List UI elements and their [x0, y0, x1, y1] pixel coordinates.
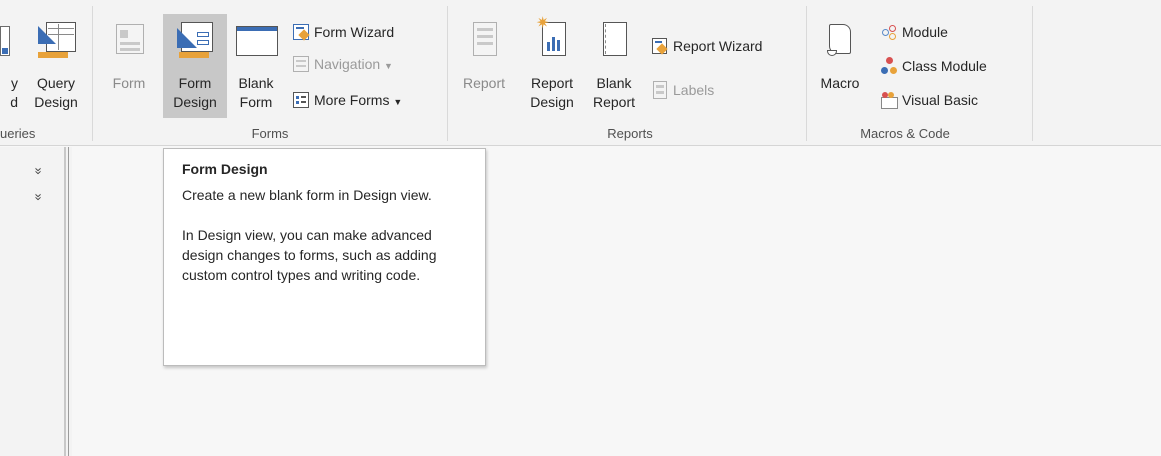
query-design-label-1: Query: [36, 75, 76, 91]
blank-report-label-2: Report: [592, 94, 636, 110]
group-separator: [447, 6, 448, 141]
labels-label: Labels: [673, 82, 715, 98]
form-wizard-icon: [292, 23, 310, 41]
ribbon: y d Query Design ueries Form Form Design…: [0, 0, 1161, 146]
module-icon: [880, 23, 898, 41]
form-design-button[interactable]: Form Design: [163, 14, 227, 118]
group-separator: [92, 6, 93, 141]
form-design-tooltip: Form Design Create a new blank form in D…: [163, 148, 486, 366]
macro-label: Macro: [820, 75, 860, 91]
module-label: Module: [902, 24, 948, 40]
blank-form-label-1: Blank: [238, 75, 274, 91]
group-separator: [1032, 6, 1033, 141]
form-button[interactable]: Form: [104, 14, 154, 118]
blank-form-icon: [234, 20, 278, 60]
query-design-icon: [32, 20, 80, 62]
report-design-label-1: Report: [530, 75, 574, 91]
labels-icon: [651, 81, 669, 99]
reports-group-label: Reports: [607, 126, 653, 141]
query-design-label-2: Design: [34, 94, 78, 110]
more-forms-label: More Forms: [314, 92, 390, 108]
navigation-icon: [292, 55, 310, 73]
query-design-button[interactable]: Query Design: [24, 14, 88, 118]
report-design-button[interactable]: ✷ Report Design: [520, 14, 584, 118]
more-forms-icon: [292, 91, 310, 109]
query-wizard-label-1: y: [11, 75, 18, 91]
blank-report-button[interactable]: Blank Report: [586, 14, 642, 118]
macros-group-label: Macros & Code: [860, 126, 950, 141]
macro-icon: [823, 20, 857, 60]
visual-basic-label: Visual Basic: [902, 92, 979, 108]
query-wizard-label-2: d: [10, 94, 18, 110]
tooltip-description: Create a new blank form in Design view.: [182, 187, 432, 203]
query-wizard-icon: [0, 20, 14, 60]
form-label: Form: [112, 75, 146, 91]
tooltip-title: Form Design: [182, 161, 268, 177]
class-module-icon: [880, 57, 898, 75]
report-label: Report: [462, 75, 506, 91]
tooltip-spacer: [182, 205, 467, 225]
forms-group-label: Forms: [251, 126, 289, 141]
chevron-down-icon: ▼: [393, 97, 403, 107]
chevron-down-icon: ▼: [384, 61, 393, 71]
report-design-icon: ✷: [532, 16, 572, 60]
blank-form-label-2: Form: [239, 94, 273, 110]
queries-group-label: ueries: [0, 126, 36, 141]
query-wizard-button[interactable]: y d: [0, 14, 20, 118]
form-icon: [112, 20, 146, 60]
chevron-down-icon[interactable]: »: [32, 167, 47, 174]
report-design-label-2: Design: [530, 94, 574, 110]
pane-splitter[interactable]: [64, 147, 66, 456]
report-wizard-label: Report Wizard: [673, 38, 763, 54]
tooltip-details: In Design view, you can make advanced de…: [182, 227, 437, 283]
report-button[interactable]: Report: [456, 14, 512, 118]
form-design-icon: [173, 20, 217, 60]
visual-basic-icon: [880, 91, 898, 109]
form-design-label-1: Form: [178, 75, 212, 91]
group-separator: [806, 6, 807, 141]
macro-button[interactable]: Macro: [814, 14, 866, 118]
chevron-down-icon[interactable]: »: [32, 193, 47, 200]
blank-form-button[interactable]: Blank Form: [230, 14, 282, 118]
report-icon: [467, 20, 501, 60]
form-design-label-2: Design: [173, 94, 217, 110]
pane-border: [68, 147, 69, 456]
class-module-label: Class Module: [902, 58, 987, 74]
blank-report-label-1: Blank: [596, 75, 632, 91]
navigation-label: Navigation: [314, 56, 381, 72]
report-wizard-icon: [651, 37, 669, 55]
blank-report-icon: [597, 20, 631, 60]
form-wizard-label: Form Wizard: [314, 24, 395, 40]
